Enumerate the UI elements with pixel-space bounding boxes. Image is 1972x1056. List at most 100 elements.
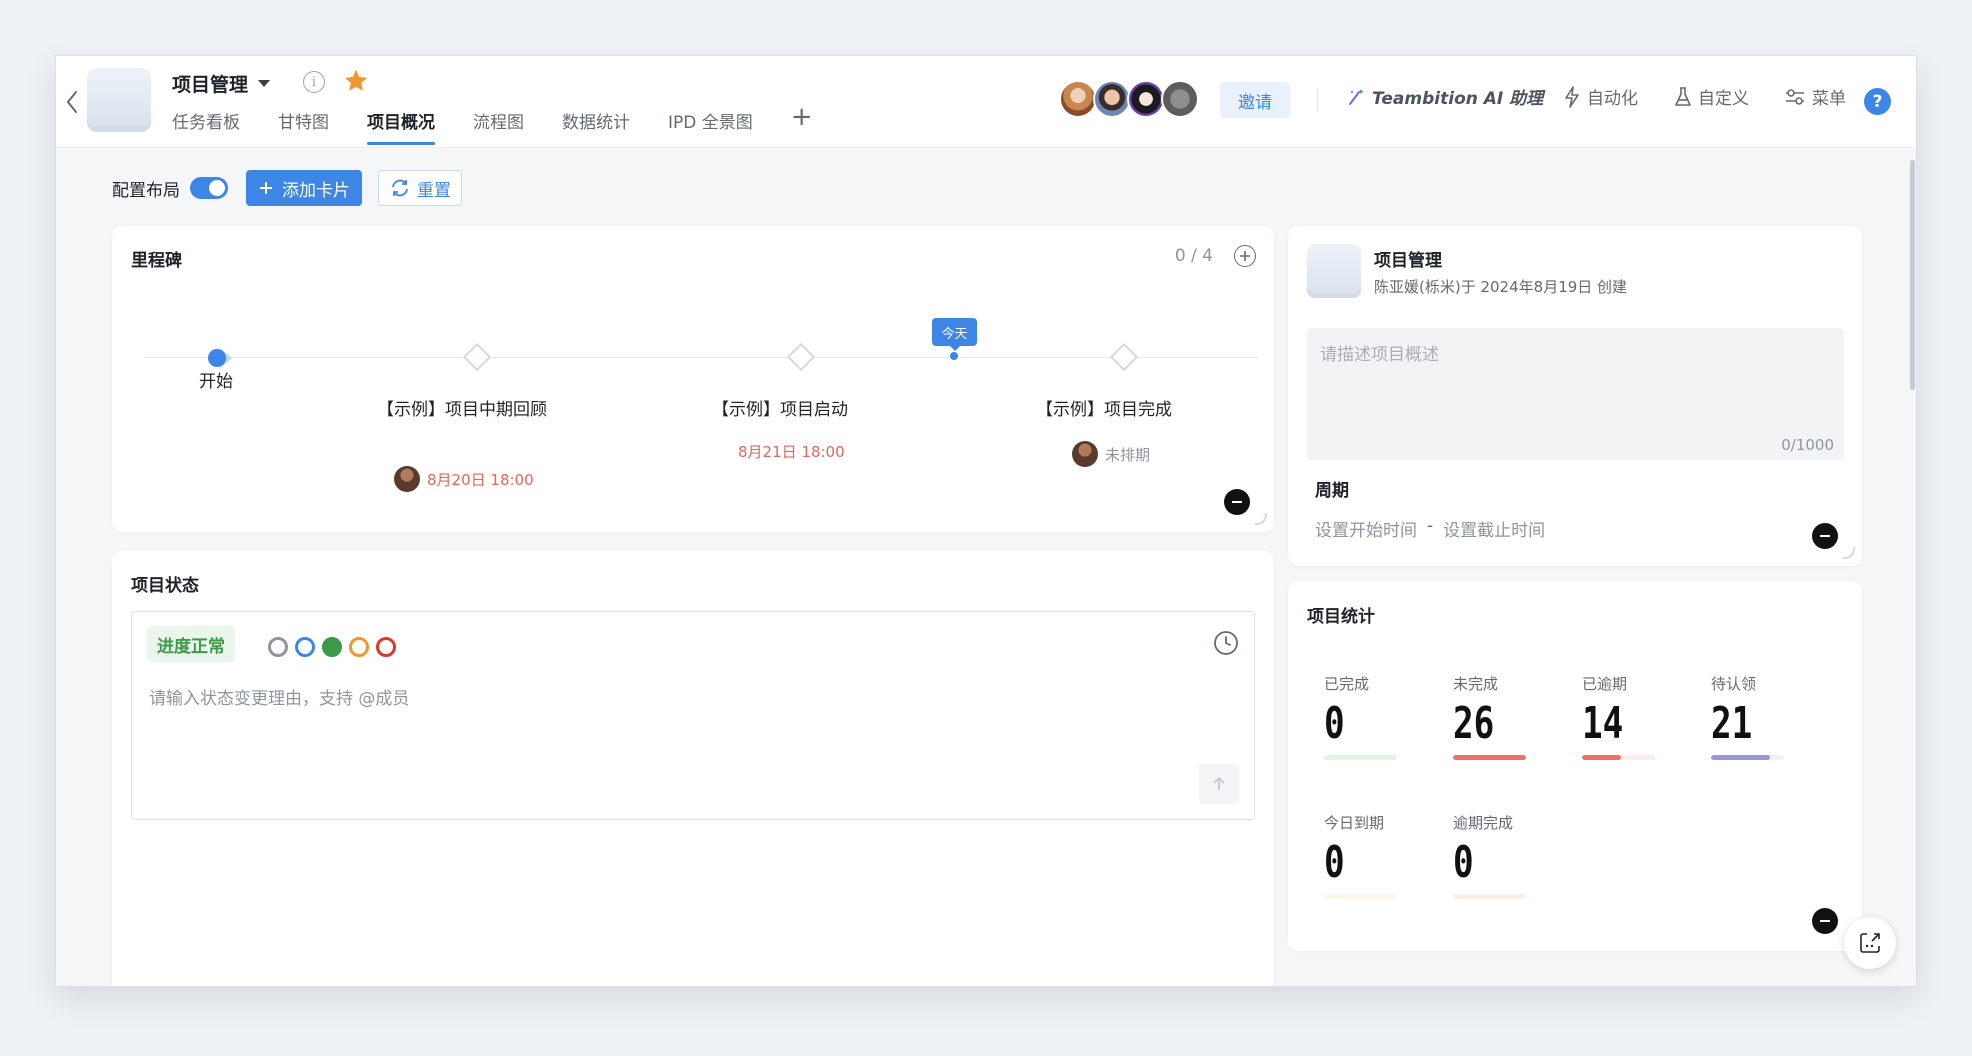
stat-incomplete[interactable]: 未完成 26 [1453,673,1526,760]
milestone-date: 8月21日 18:00 [738,441,845,462]
stat-overdue-completed[interactable]: 逾期完成 0 [1453,812,1526,899]
feedback-icon [1860,933,1880,953]
tab-statistics[interactable]: 数据统计 [562,108,630,145]
project-title: 项目管理 [172,74,249,96]
reset-label: 重置 [417,180,451,201]
plus-circle-icon [1240,251,1250,261]
project-title-dropdown[interactable]: 项目管理 [172,70,271,97]
status-dot-gray[interactable] [268,637,288,657]
milestone-date: 未排期 [1072,441,1150,467]
status-editor[interactable]: 进度正常 请输入状态变更理由，支持 @成员 [131,611,1255,820]
collapse-card-button[interactable] [1812,908,1838,934]
milestone-date-text: 未排期 [1105,445,1151,464]
custom-button[interactable]: 自定义 [1674,84,1749,109]
tab-overview[interactable]: 项目概况 [367,108,435,145]
invite-button[interactable]: 邀请 [1220,82,1290,118]
stat-overdue[interactable]: 已逾期 14 [1582,673,1655,760]
menu-button[interactable]: 菜单 [1784,84,1846,109]
milestone-label[interactable]: 【示例】项目启动 [712,396,848,425]
plus-icon [260,182,272,194]
stat-unclaimed[interactable]: 待认领 21 [1711,673,1784,760]
tab-flowchart[interactable]: 流程图 [473,108,524,145]
stat-value: 0 [1324,837,1345,888]
avatar[interactable] [1127,80,1165,118]
milestone-start-label: 开始 [199,372,233,392]
info-icon[interactable]: i [303,71,325,93]
add-milestone-button[interactable] [1234,245,1256,267]
app-window: 项目管理 i 任务看板 甘特图 项目概况 流程图 数据统计 IPD 全景图 + … [55,55,1917,987]
milestone-count: 0 / 4 [1174,246,1213,266]
member-avatars[interactable] [1059,80,1199,118]
milestone-card: 里程碑 0 / 4 开始 【示例】项目中期回顾 8月20日 18:00 【示例】… [112,226,1274,532]
resize-handle[interactable] [1843,547,1855,559]
stat-value: 0 [1453,837,1474,888]
milestone-diamond[interactable] [1109,342,1139,372]
stat-value: 21 [1711,698,1753,749]
today-badge: 今天 [932,318,977,351]
milestone-diamond[interactable] [786,342,816,372]
add-card-label: 添加卡片 [282,180,350,201]
divider [1317,88,1318,112]
status-badge[interactable]: 进度正常 [147,626,235,662]
status-dot-blue[interactable] [295,637,315,657]
project-name: 项目管理 [1374,251,1442,271]
automation-label: 自动化 [1587,89,1638,109]
period-range: 设置开始时间 - 设置截止时间 [1315,516,1545,541]
view-tabs: 任务看板 甘特图 项目概况 流程图 数据统计 IPD 全景图 + [172,104,813,148]
milestone-track [144,357,1258,358]
automation-button[interactable]: 自动化 [1563,84,1638,109]
collapse-card-button[interactable] [1812,523,1838,549]
project-info-card: 项目管理 陈亚媛(栎米)于 2024年8月19日 创建 请描述项目概述 0/10… [1288,226,1862,566]
scrollbar[interactable] [1908,148,1916,986]
avatar[interactable] [1059,80,1097,118]
status-dot-red[interactable] [376,637,396,657]
avatar[interactable] [1161,80,1199,118]
resize-handle[interactable] [1255,513,1267,525]
avatar[interactable] [1093,80,1131,118]
end-date-input[interactable]: 设置截止时间 [1443,516,1545,541]
period-dash: - [1427,516,1434,536]
avatar [394,466,420,492]
help-button[interactable]: ? [1864,88,1891,115]
start-date-input[interactable]: 设置开始时间 [1315,516,1417,541]
project-cover [1307,244,1361,298]
milestone-label[interactable]: 【示例】项目完成 [1036,396,1172,425]
layout-toggle[interactable] [190,177,228,199]
stat-due-today[interactable]: 今日到期 0 [1324,812,1397,899]
add-card-button[interactable]: 添加卡片 [246,170,362,206]
tab-task-board[interactable]: 任务看板 [172,108,240,145]
status-dot-green[interactable] [322,637,342,657]
milestone-diamond[interactable] [462,342,492,372]
menu-label: 菜单 [1812,89,1846,109]
sliders-icon [1786,88,1804,105]
start-marker-icon [208,348,232,368]
milestone-date-text: 8月21日 18:00 [738,443,845,461]
reset-button[interactable]: 重置 [378,170,462,206]
ai-assistant-label: Teambition AI 助理 [1372,89,1544,109]
stat-completed[interactable]: 已完成 0 [1324,673,1397,760]
back-button[interactable] [60,82,84,122]
status-dot-orange[interactable] [349,637,369,657]
stat-label: 逾期完成 [1453,814,1514,832]
feedback-button[interactable] [1844,917,1896,969]
magic-wand-icon [1349,88,1364,105]
collapse-card-button[interactable] [1224,489,1250,515]
description-count: 0/1000 [1781,436,1834,454]
scrollbar-thumb[interactable] [1910,160,1915,390]
status-reason-input[interactable]: 请输入状态变更理由，支持 @成员 [149,684,409,709]
stat-label: 待认领 [1711,675,1757,693]
description-placeholder: 请描述项目概述 [1320,345,1439,365]
project-cover[interactable] [87,68,151,132]
custom-label: 自定义 [1698,89,1749,109]
ai-assistant-button[interactable]: Teambition AI 助理 [1346,84,1543,109]
stat-bar [1711,755,1784,760]
star-icon[interactable] [342,67,370,95]
send-button[interactable] [1199,764,1239,804]
description-input[interactable]: 请描述项目概述 0/1000 [1307,328,1844,460]
stat-bar [1453,894,1526,899]
tab-ipd[interactable]: IPD 全景图 [668,108,753,145]
tab-gantt[interactable]: 甘特图 [278,108,329,145]
clock-icon[interactable] [1213,630,1239,656]
add-tab-button[interactable]: + [791,104,813,130]
milestone-label[interactable]: 【示例】项目中期回顾 [377,396,563,425]
